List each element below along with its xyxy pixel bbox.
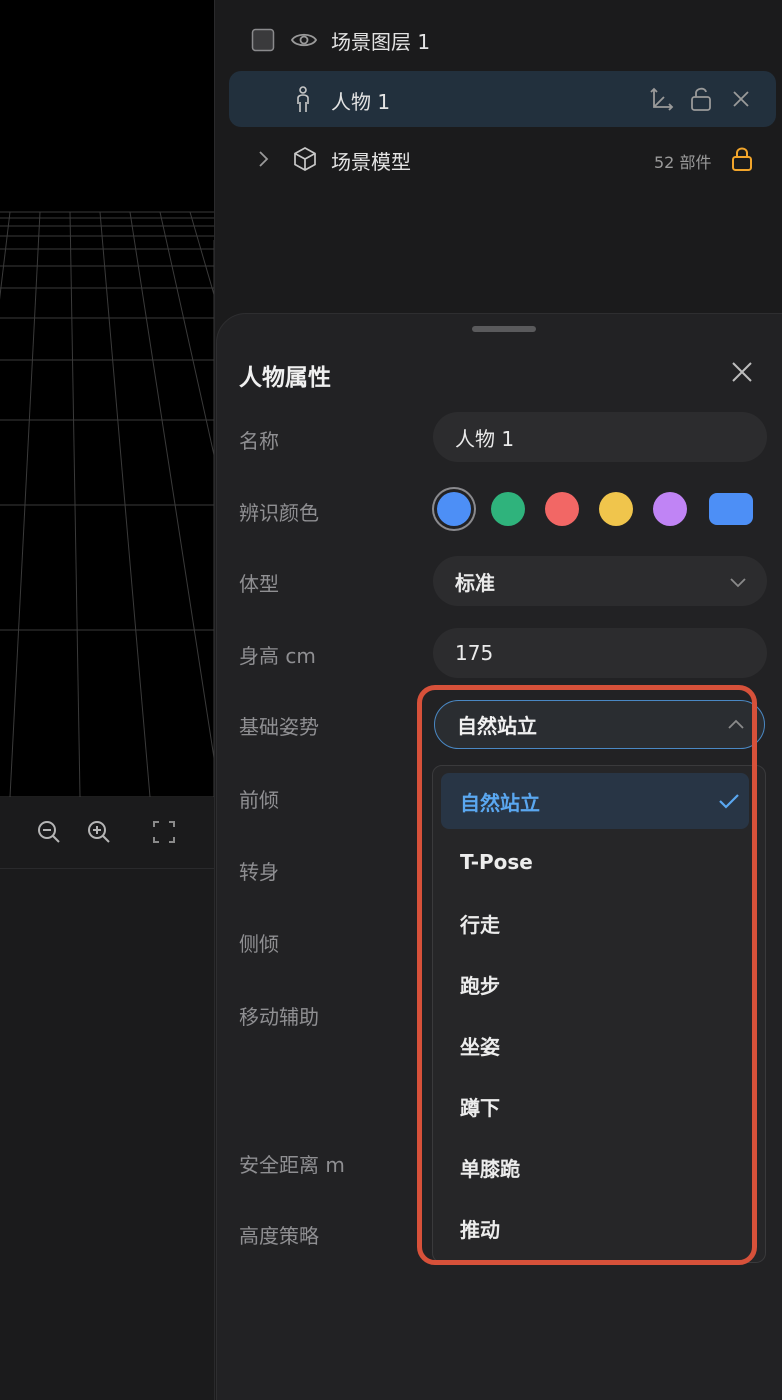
option-label: 自然站立 <box>460 790 540 815</box>
checkbox-icon[interactable] <box>251 28 275 52</box>
chevron-down-icon <box>730 578 746 588</box>
move-assist-label: 移动辅助 <box>239 1005 319 1029</box>
name-input[interactable]: 人物 1 <box>433 412 767 462</box>
layer-row-character[interactable]: 人物 1 <box>229 71 776 127</box>
close-icon[interactable] <box>731 89 751 109</box>
transform-axes-icon[interactable] <box>650 87 674 111</box>
pose-select-value: 自然站立 <box>457 714 537 738</box>
option-label: 单膝跪 <box>460 1156 520 1181</box>
close-icon[interactable] <box>729 359 755 385</box>
pose-option-natural-stand[interactable]: 自然站立 <box>441 773 749 829</box>
zoom-out-icon[interactable] <box>36 819 62 845</box>
pose-select[interactable]: 自然站立 <box>434 700 765 749</box>
checkmark-icon <box>719 794 739 809</box>
option-label: 推动 <box>460 1217 500 1242</box>
fullscreen-icon[interactable] <box>151 819 177 845</box>
tilt-label: 侧倾 <box>239 932 279 956</box>
color-swatch-blue[interactable] <box>437 492 471 526</box>
sheet-grabber[interactable] <box>472 326 536 332</box>
height-strategy-label: 高度策略 <box>239 1224 319 1248</box>
eye-icon[interactable] <box>291 28 317 52</box>
layer-label: 人物 1 <box>331 90 391 114</box>
pose-option-squat[interactable]: 蹲下 <box>441 1078 749 1134</box>
layer-label: 场景图层 1 <box>331 30 431 54</box>
height-input[interactable]: 175 <box>433 628 767 678</box>
option-label: 行走 <box>460 912 500 937</box>
zoom-in-icon[interactable] <box>86 819 112 845</box>
chevron-right-icon[interactable] <box>257 150 271 168</box>
pose-dropdown-menu: 自然站立 T-Pose 行走 跑步 坐姿 蹲下 单膝跪 推动 <box>432 765 766 1263</box>
safety-distance-label: 安全距离 m <box>239 1153 345 1177</box>
turn-label: 转身 <box>239 860 279 884</box>
pose-option-t-pose[interactable]: T-Pose <box>441 834 749 890</box>
layer-label: 场景模型 <box>331 150 411 174</box>
viewport-toolbar <box>0 797 214 869</box>
pose-option-sit[interactable]: 坐姿 <box>441 1017 749 1073</box>
custom-color-button[interactable] <box>709 493 753 525</box>
option-label: 跑步 <box>460 973 500 998</box>
chevron-up-icon <box>728 719 744 729</box>
color-swatch-green[interactable] <box>491 492 525 526</box>
body-type-label: 体型 <box>239 572 279 596</box>
pose-option-run[interactable]: 跑步 <box>441 956 749 1012</box>
color-label: 辨识颜色 <box>239 501 319 525</box>
height-label: 身高 cm <box>239 644 316 668</box>
cube-icon <box>294 147 316 171</box>
ground-grid <box>0 211 214 797</box>
3d-viewport[interactable] <box>0 0 214 797</box>
color-swatch-red[interactable] <box>545 492 579 526</box>
layer-row-scene-group[interactable]: 场景图层 1 <box>229 12 776 68</box>
body-type-select[interactable]: 标准 <box>433 556 767 606</box>
name-label: 名称 <box>239 429 279 453</box>
option-label: 蹲下 <box>460 1095 500 1120</box>
body-type-value: 标准 <box>455 570 495 595</box>
option-label: 坐姿 <box>460 1034 500 1059</box>
person-icon <box>297 86 309 112</box>
pose-option-kneel[interactable]: 单膝跪 <box>441 1139 749 1195</box>
color-swatch-yellow[interactable] <box>599 492 633 526</box>
lean-label: 前倾 <box>239 788 279 812</box>
lock-icon[interactable] <box>730 146 754 172</box>
pose-option-push[interactable]: 推动 <box>441 1200 749 1256</box>
pose-label: 基础姿势 <box>239 715 319 739</box>
sheet-title: 人物属性 <box>239 365 331 391</box>
left-bottom-panel <box>0 870 214 1400</box>
unlock-icon[interactable] <box>689 86 713 112</box>
part-count: 52 部件 <box>654 153 712 172</box>
layer-panel: 场景图层 1 人物 1 场景模型 52 部件 <box>215 0 782 312</box>
layer-row-scene-model[interactable]: 场景模型 52 部件 <box>229 131 776 187</box>
color-swatch-purple[interactable] <box>653 492 687 526</box>
option-label: T-Pose <box>460 850 533 874</box>
pose-option-walk[interactable]: 行走 <box>441 895 749 951</box>
